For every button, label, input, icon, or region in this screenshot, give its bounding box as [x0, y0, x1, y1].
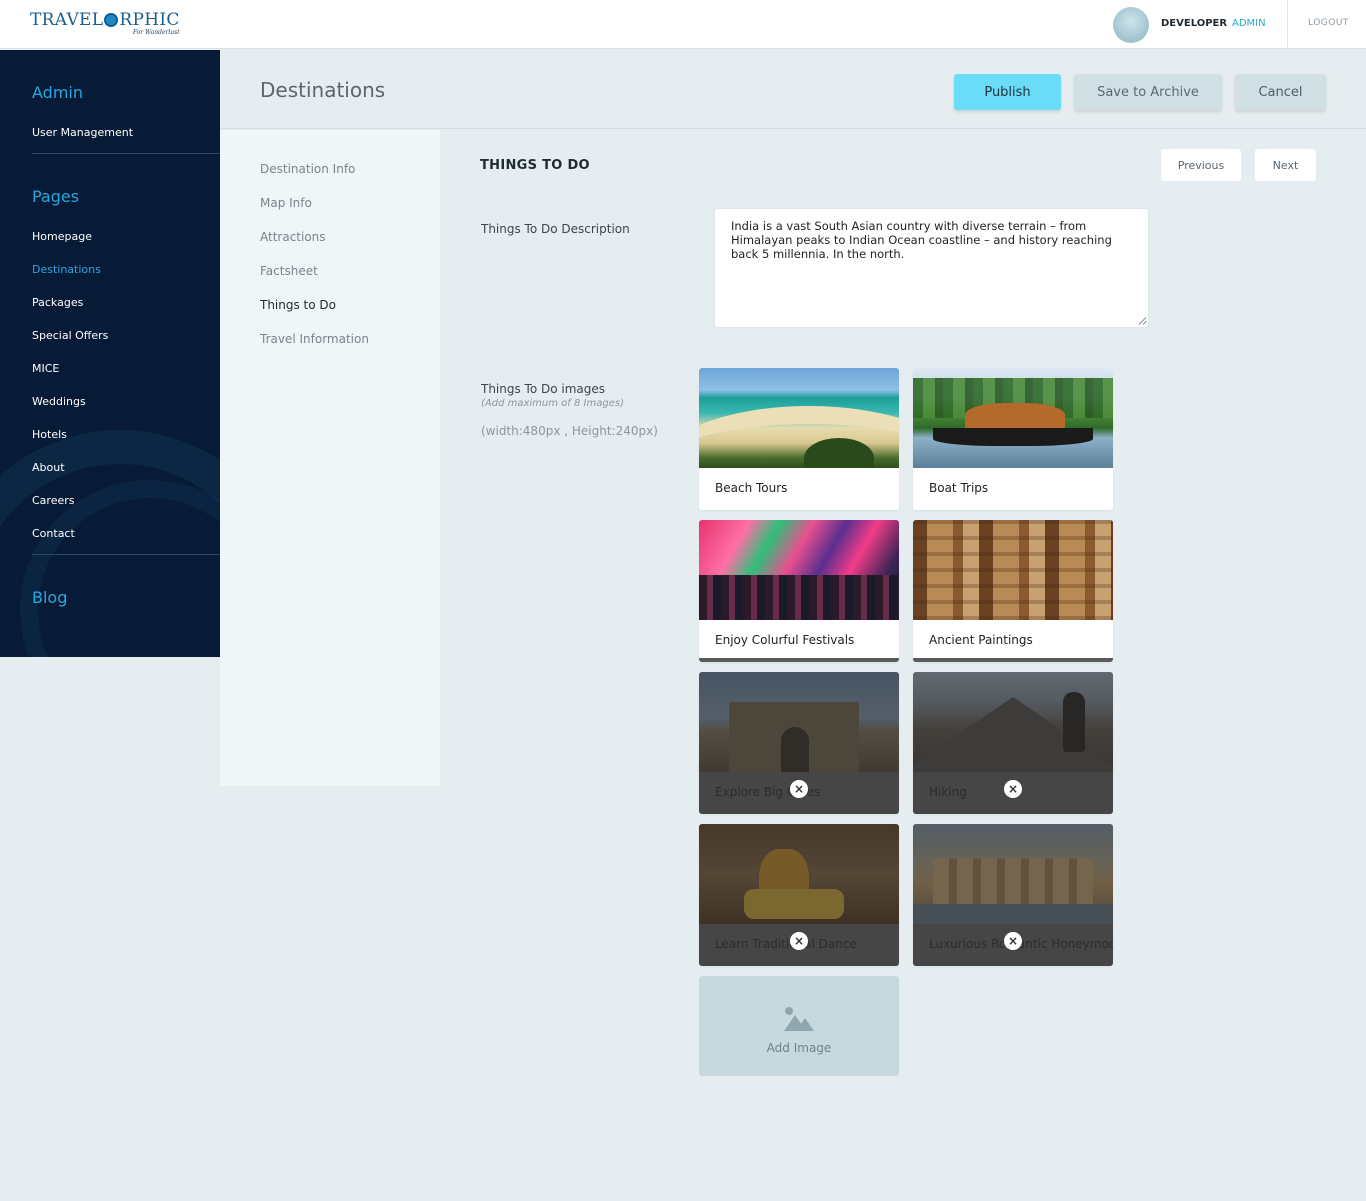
cancel-button[interactable]: Cancel — [1235, 74, 1326, 110]
card-caption: Hiking — [929, 785, 967, 799]
section-nav: Destination Info Map Info Attractions Fa… — [220, 130, 440, 786]
user-name: DEVELOPER — [1161, 18, 1228, 29]
section-nav-attractions[interactable]: Attractions — [260, 230, 326, 244]
card-caption: Enjoy Colurful Festivals — [715, 633, 855, 647]
images-label: Things To Do images — [481, 382, 606, 396]
brand-tagline: For Wanderlust — [132, 29, 180, 36]
avatar[interactable] — [1113, 7, 1149, 43]
sidebar-item-user-management[interactable]: User Management — [32, 126, 133, 139]
resize-handle-icon[interactable] — [1139, 317, 1147, 325]
divider — [1287, 0, 1288, 49]
card-caption: Beach Tours — [715, 481, 788, 495]
sidebar-item-mice[interactable]: MICE — [32, 362, 59, 375]
remove-image-icon[interactable]: × — [790, 780, 808, 798]
section-title: THINGS TO DO — [480, 158, 590, 173]
previous-button[interactable]: Previous — [1161, 149, 1241, 181]
image-card-boat-trips[interactable]: Boat Trips — [913, 368, 1113, 510]
publish-button[interactable]: Publish — [954, 74, 1061, 110]
image-icon — [784, 1007, 814, 1031]
remove-image-icon[interactable]: × — [1004, 932, 1022, 950]
sidebar-item-packages[interactable]: Packages — [32, 296, 83, 309]
image-card-ancient-paintings[interactable]: Ancient Paintings — [913, 520, 1113, 662]
image-card-hiking[interactable]: Hiking × — [913, 672, 1113, 814]
remove-image-icon[interactable]: × — [790, 932, 808, 950]
beach-image — [699, 368, 899, 468]
next-button[interactable]: Next — [1255, 149, 1316, 181]
description-textarea[interactable]: India is a vast South Asian country with… — [714, 208, 1149, 328]
add-image-button[interactable]: Add Image — [699, 976, 899, 1076]
paintings-image — [913, 520, 1113, 620]
remove-image-icon[interactable]: × — [1004, 780, 1022, 798]
card-caption: Boat Trips — [929, 481, 989, 495]
description-label: Things To Do Description — [481, 222, 630, 236]
user-role: ADMIN — [1232, 18, 1266, 29]
logout-link[interactable]: LOGOUT — [1308, 18, 1349, 28]
festival-image — [699, 520, 899, 620]
sidebar-item-about[interactable]: About — [32, 461, 65, 474]
sidebar: Admin User Management Pages Homepage Des… — [0, 50, 220, 657]
image-card-beach-tours[interactable]: Beach Tours — [699, 368, 899, 510]
sidebar-item-careers[interactable]: Careers — [32, 494, 75, 507]
sidebar-item-homepage[interactable]: Homepage — [32, 230, 92, 243]
top-bar: TRAVEL RPHIC For Wanderlust DEVELOPER ADM… — [0, 0, 1366, 49]
sidebar-heading-pages: Pages — [32, 187, 80, 206]
sidebar-heading-admin: Admin — [32, 83, 83, 102]
houseboat-image — [913, 368, 1113, 468]
sidebar-item-hotels[interactable]: Hotels — [32, 428, 67, 441]
images-hint: (Add maximum of 8 Images) — [481, 398, 624, 409]
sidebar-item-destinations[interactable]: Destinations — [32, 263, 101, 276]
sidebar-item-contact[interactable]: Contact — [32, 527, 75, 540]
add-image-label: Add Image — [766, 1041, 832, 1055]
save-to-archive-button[interactable]: Save to Archive — [1074, 74, 1222, 110]
globe-icon — [104, 13, 119, 27]
image-card-honeymoon[interactable]: Luxurious Romantic Honeymoon × — [913, 824, 1113, 966]
sidebar-divider — [32, 153, 220, 154]
image-card-festivals[interactable]: Enjoy Colurful Festivals — [699, 520, 899, 662]
section-nav-travel-information[interactable]: Travel Information — [260, 332, 369, 346]
image-card-big-cities[interactable]: Explore Big Cities × — [699, 672, 899, 814]
page-title: Destinations — [260, 78, 386, 102]
card-caption: Learn Traditional Dance — [715, 937, 857, 951]
images-dimensions: (width:480px , Height:240px) — [481, 424, 658, 438]
sidebar-item-blog[interactable]: Blog — [32, 588, 67, 607]
card-caption: Ancient Paintings — [929, 633, 1033, 647]
section-nav-map-info[interactable]: Map Info — [260, 196, 312, 210]
sidebar-item-special-offers[interactable]: Special Offers — [32, 329, 108, 342]
image-card-traditional-dance[interactable]: Learn Traditional Dance × — [699, 824, 899, 966]
section-nav-things-to-do[interactable]: Things to Do — [260, 298, 336, 312]
section-nav-destination-info[interactable]: Destination Info — [260, 162, 355, 176]
section-nav-factsheet[interactable]: Factsheet — [260, 264, 318, 278]
brand-logo[interactable]: TRAVEL RPHIC For Wanderlust — [30, 10, 180, 36]
sidebar-item-weddings[interactable]: Weddings — [32, 395, 86, 408]
sidebar-divider — [32, 554, 220, 555]
page-header: Destinations Publish Save to Archive Can… — [220, 50, 1366, 129]
